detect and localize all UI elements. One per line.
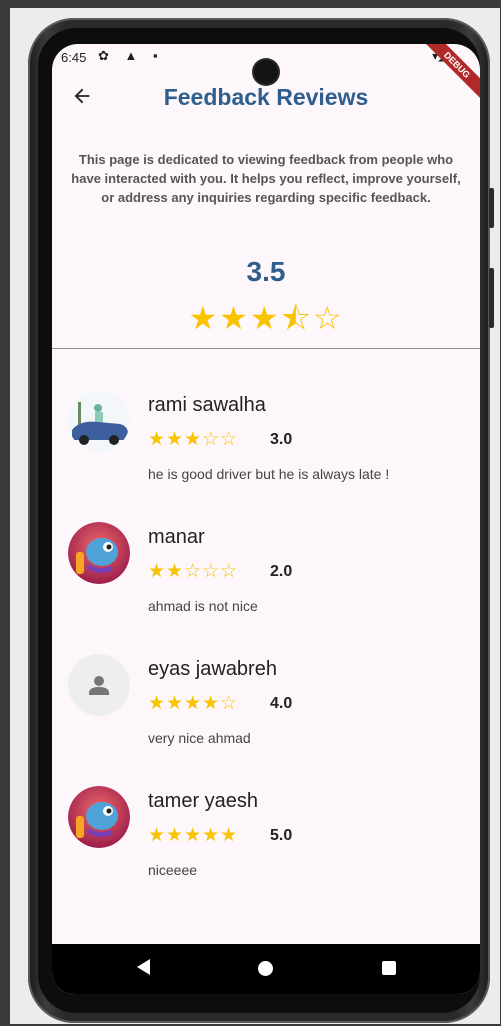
review-comment: he is good driver but he is always late … (148, 466, 390, 482)
review-comment: very nice ahmad (148, 730, 251, 746)
car-illustration-icon (68, 390, 130, 452)
review-stars: ★★★★☆ (148, 693, 239, 714)
nav-recents-icon[interactable] (382, 961, 396, 975)
review-item: rami sawalha ★★★☆☆ 3.0 he is good driver… (52, 390, 480, 510)
review-stars: ★★★★★ (148, 825, 239, 846)
review-item: eyas jawabreh ★★★★☆ 4.0 very nice ahmad (52, 654, 480, 774)
avatar (68, 786, 130, 848)
power-button (489, 188, 494, 228)
status-time: 6:45 (61, 50, 87, 65)
person-placeholder-icon (89, 676, 109, 695)
average-rating-value: 3.5 (246, 256, 286, 287)
reviewer-name: tamer yaesh (148, 790, 259, 812)
review-rating-value: 3.0 (270, 431, 293, 448)
review-rating-value: 2.0 (270, 563, 293, 580)
review-stars: ★★☆☆☆ (148, 561, 239, 582)
volume-button (489, 268, 494, 328)
review-item: tamer yaesh ★★★★★ 5.0 niceeee (52, 786, 480, 906)
status-notification-icons: ✿ ▲ ▪ (98, 48, 164, 63)
app-screen: 6:45 ✿ ▲ ▪ ▾◢▮ DEBUG Feedback Reviews Th… (52, 44, 480, 994)
nav-home-icon[interactable] (258, 961, 273, 976)
review-rating-value: 5.0 (270, 827, 293, 844)
avatar (68, 522, 130, 584)
review-item: manar ★★☆☆☆ 2.0 ahmad is not nice (52, 522, 480, 642)
reviewer-name: eyas jawabreh (148, 658, 277, 680)
nav-back-icon[interactable] (137, 959, 150, 975)
divider (52, 348, 480, 349)
page-description: This page is dedicated to viewing feedba… (71, 152, 461, 205)
chameleon-illustration-icon (68, 786, 130, 848)
average-rating-stars: ★★★⯪☆ (188, 300, 344, 336)
review-comment: ahmad is not nice (148, 598, 258, 614)
app-bar: Feedback Reviews (52, 78, 480, 126)
review-rating-value: 4.0 (270, 695, 293, 712)
system-nav-bar (52, 944, 480, 994)
review-stars: ★★★☆☆ (148, 429, 239, 450)
avatar (68, 654, 130, 716)
page-title: Feedback Reviews (163, 84, 369, 110)
review-comment: niceeee (148, 862, 198, 878)
reviewer-name: manar (148, 526, 205, 548)
avatar (68, 390, 130, 452)
reviewer-name: rami sawalha (148, 394, 266, 416)
chameleon-illustration-icon (68, 522, 130, 584)
